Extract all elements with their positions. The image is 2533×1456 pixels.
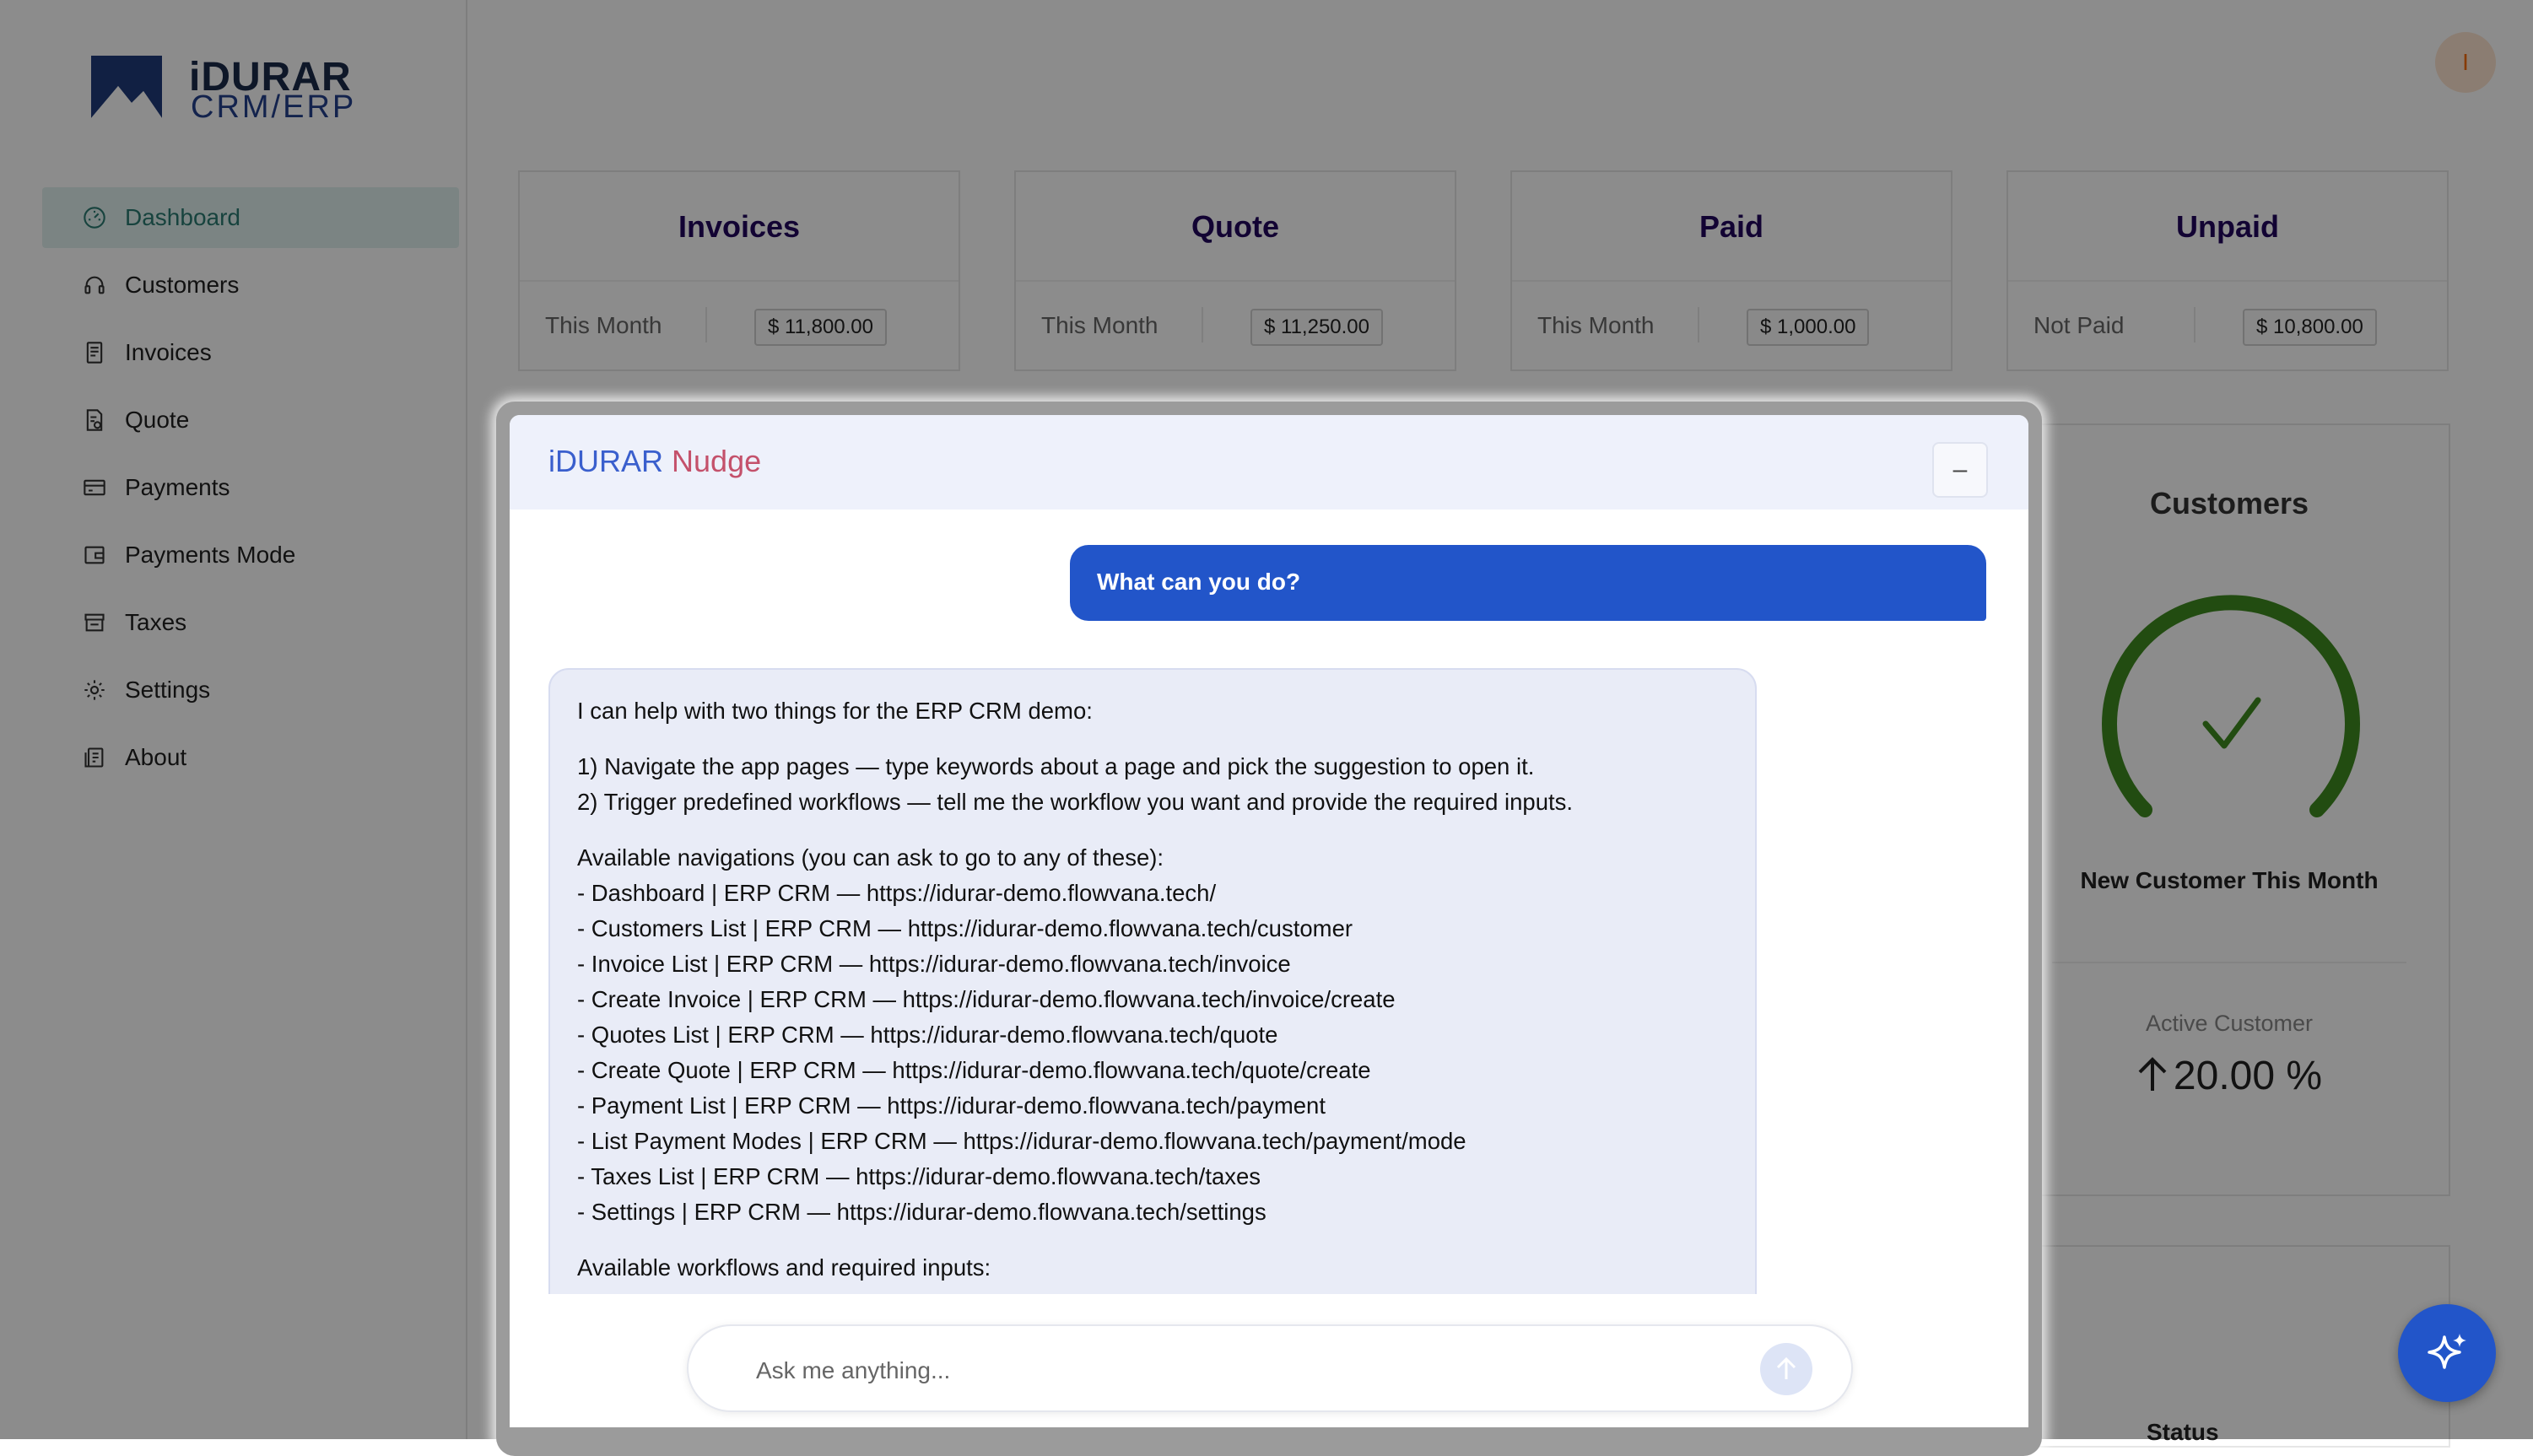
assistant-paragraph: Available workflows and required inputs:… (577, 1250, 1728, 1294)
send-button[interactable] (1760, 1343, 1812, 1395)
assistant-line: Available navigations (you can ask to go… (577, 844, 1164, 871)
assistant-line: - Taxes List | ERP CRM — https://idurar-… (577, 1163, 1261, 1189)
assistant-paragraph: Available navigations (you can ask to go… (577, 840, 1728, 1230)
chat-window: iDURAR Nudge – What can you do? I can he… (510, 415, 2028, 1427)
assistant-line: - Quotes List | ERP CRM — https://idurar… (577, 1022, 1278, 1048)
sparkle-icon (2428, 1334, 2466, 1369)
assistant-line: - Settings | ERP CRM — https://idurar-de… (577, 1199, 1266, 1225)
ai-assistant-button[interactable] (2398, 1304, 2496, 1402)
assistant-line: Available workflows and required inputs: (577, 1254, 991, 1281)
chat-header: iDURAR Nudge – (510, 415, 2028, 510)
assistant-paragraph: I can help with two things for the ERP C… (577, 693, 1728, 729)
assistant-line: - Payment List | ERP CRM — https://idura… (577, 1092, 1326, 1119)
assistant-line: - Invoice List | ERP CRM — https://idura… (577, 951, 1291, 977)
assistant-line: I can help with two things for the ERP C… (577, 698, 1093, 724)
user-message: What can you do? (1070, 545, 1986, 621)
chat-title: iDURAR Nudge (548, 444, 761, 479)
minimize-button[interactable]: – (1932, 442, 1988, 498)
assistant-line: 2) Trigger predefined workflows — tell m… (577, 789, 1574, 815)
chat-title-brand: iDURAR (548, 444, 664, 478)
chat-input[interactable] (754, 1350, 1686, 1392)
assistant-paragraph: 1) Navigate the app pages — type keyword… (577, 749, 1728, 820)
assistant-line: - Create Invoice | ERP CRM — https://idu… (577, 986, 1396, 1012)
arrow-up-icon (1776, 1357, 1796, 1379)
assistant-line: - Customers List | ERP CRM — https://idu… (577, 915, 1353, 941)
assistant-message: I can help with two things for the ERP C… (548, 668, 1757, 1294)
assistant-line: - Create Quote | ERP CRM — https://idura… (577, 1057, 1371, 1083)
assistant-line: 1) Navigate the app pages — type keyword… (577, 753, 1535, 779)
assistant-line: - create-client (577, 1286, 1728, 1294)
chat-title-accent: Nudge (672, 444, 762, 478)
assistant-line: - Dashboard | ERP CRM — https://idurar-d… (577, 880, 1217, 906)
assistant-line: - List Payment Modes | ERP CRM — https:/… (577, 1128, 1466, 1154)
chat-messages[interactable]: What can you do? I can help with two thi… (510, 510, 2028, 1294)
app-root: iDURAR CRM/ERP Dashboard Customers Invoi… (0, 0, 2533, 1456)
chat-input-bar (687, 1324, 1853, 1412)
